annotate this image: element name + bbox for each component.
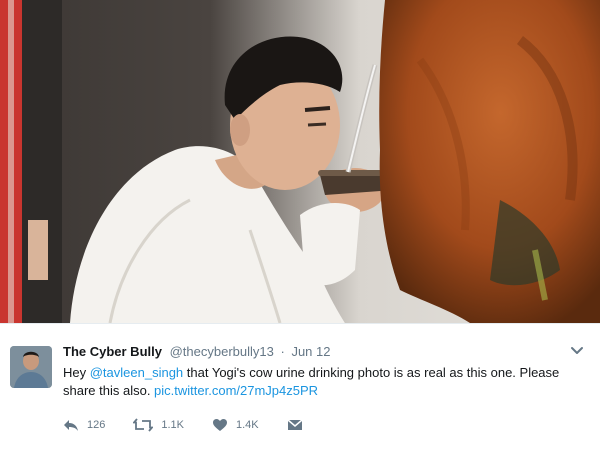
reply-button[interactable]: 126 [63, 418, 105, 432]
tweet-date[interactable]: Jun 12 [291, 344, 330, 359]
tweet-card[interactable]: The Cyber Bully @thecyberbully13 · Jun 1… [0, 323, 600, 451]
like-button[interactable]: 1.4K [212, 418, 259, 432]
tweet-text: Hey @tavleen_singh that Yogi's cow urine… [63, 364, 583, 400]
message-icon [287, 419, 303, 430]
retweet-button[interactable]: 1.1K [133, 418, 184, 432]
avatar-image [10, 346, 52, 388]
retweet-icon [133, 418, 154, 432]
header-separator: · [280, 344, 285, 359]
pic-link[interactable]: pic.twitter.com/27mJp4z5PR [154, 383, 318, 398]
reply-count: 126 [87, 419, 106, 431]
direct-message-button[interactable] [287, 418, 311, 432]
tweet-actions: 126 1.1K 1.4K [63, 416, 339, 434]
like-count: 1.4K [236, 419, 259, 431]
tweet-text-prefix: Hey [63, 365, 90, 380]
reply-icon [64, 420, 78, 431]
like-icon [213, 419, 227, 431]
photo-illustration [0, 0, 600, 323]
tweet-photo[interactable] [0, 0, 600, 323]
author-name[interactable]: The Cyber Bully [63, 344, 162, 359]
chevron-down-icon[interactable] [570, 344, 584, 358]
mention-link[interactable]: @tavleen_singh [90, 365, 183, 380]
author-handle[interactable]: @thecyberbully13 [170, 344, 274, 359]
tweet-header: The Cyber Bully @thecyberbully13 · Jun 1… [63, 344, 331, 359]
retweet-count: 1.1K [161, 419, 184, 431]
avatar[interactable] [10, 346, 52, 388]
